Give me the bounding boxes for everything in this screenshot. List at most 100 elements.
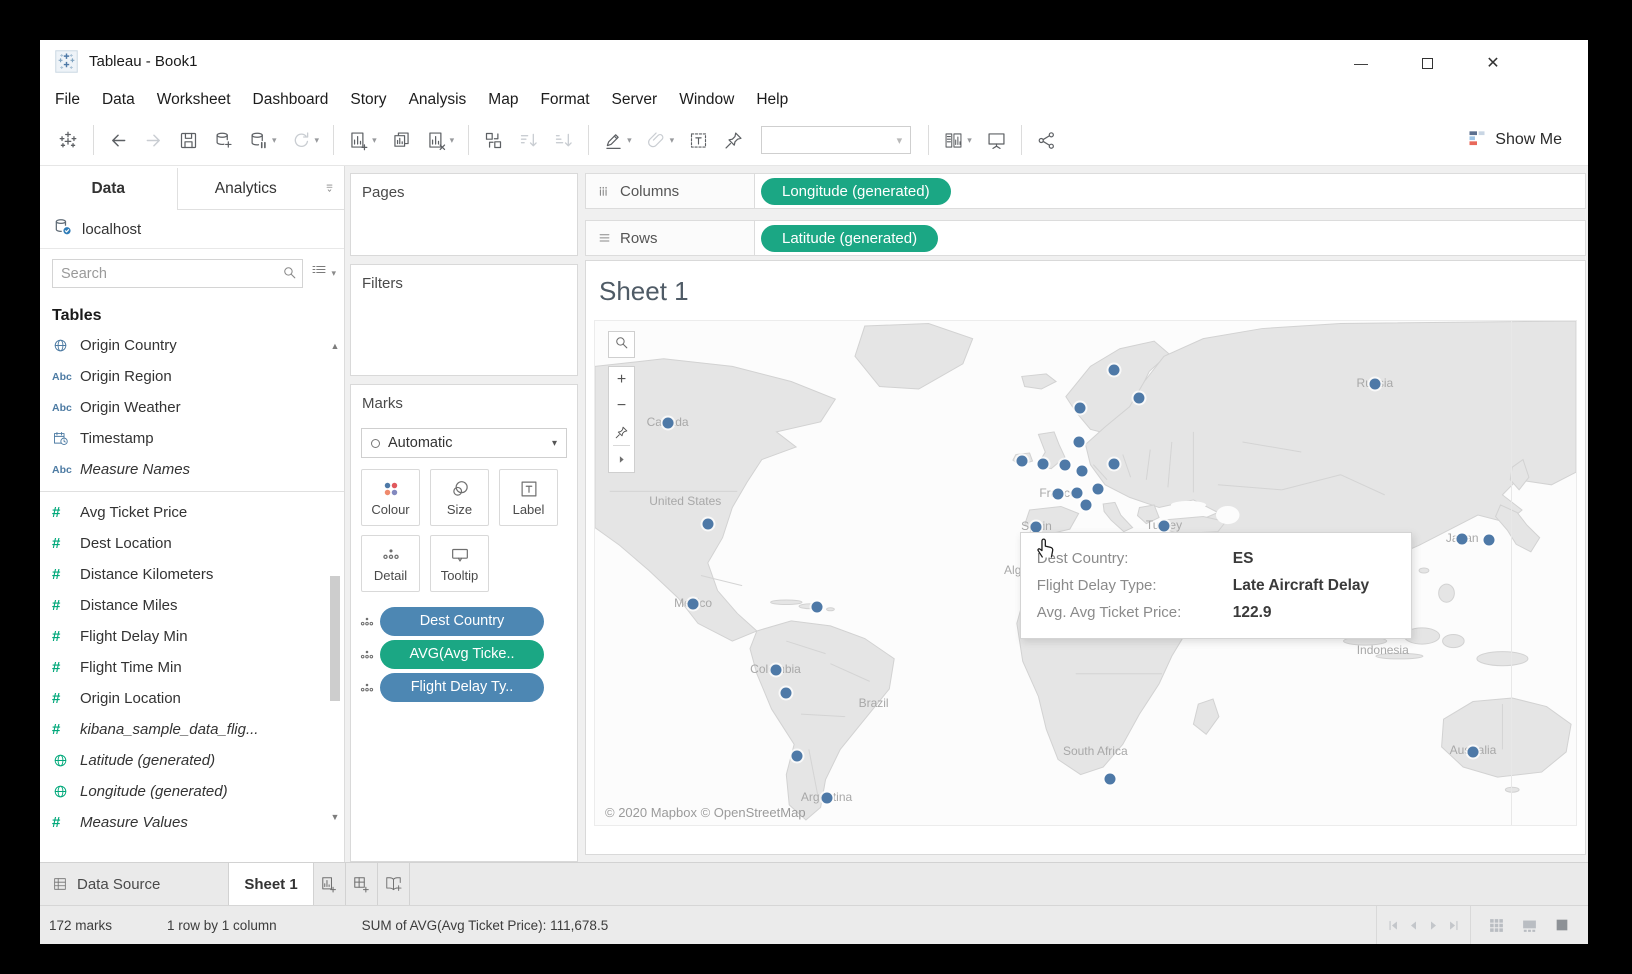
marks-label-button[interactable]: Label	[499, 469, 558, 526]
undo-button[interactable]	[101, 123, 136, 157]
pill-dest-country[interactable]: Dest Country	[380, 607, 544, 636]
field-kibana-sample-data-flig[interactable]: #kibana_sample_data_flig...	[40, 714, 344, 745]
map-point-south-africa[interactable]	[1105, 774, 1116, 785]
map-point-colombia[interactable]	[770, 665, 781, 676]
map-point-japan-west[interactable]	[1457, 533, 1468, 544]
fullscreen-icon[interactable]	[1554, 917, 1570, 933]
menu-dashboard[interactable]: Dashboard	[242, 91, 340, 109]
search-input[interactable]	[52, 259, 303, 288]
new-worksheet-tab-button[interactable]	[314, 863, 346, 905]
map-point-russia[interactable]	[1369, 379, 1380, 390]
tab-analytics[interactable]: Analytics	[177, 168, 315, 209]
field-origin-weather[interactable]: AbcOrigin Weather	[40, 392, 344, 423]
show-mark-labels-button[interactable]	[681, 123, 716, 157]
marks-detail-button[interactable]: Detail	[361, 535, 420, 592]
menu-worksheet[interactable]: Worksheet	[146, 91, 242, 109]
filters-card[interactable]: Filters	[350, 264, 578, 376]
pin-icon[interactable]	[609, 419, 634, 445]
field-measure-values[interactable]: #Measure Values	[40, 807, 344, 838]
scroll-up-icon[interactable]: ▲	[328, 341, 342, 351]
share-workbook-button[interactable]	[1029, 123, 1064, 157]
map-point-mexico[interactable]	[688, 599, 699, 610]
new-story-tab-button[interactable]	[378, 863, 410, 905]
map-point-spain[interactable]	[1031, 521, 1042, 532]
map-point-italy[interactable]	[1080, 500, 1091, 511]
field-origin-location[interactable]: #Origin Location	[40, 683, 344, 714]
tab-sheet-1[interactable]: Sheet 1	[228, 863, 314, 905]
map-point-argentina[interactable]	[821, 793, 832, 804]
map-point-bolivia[interactable]	[792, 750, 803, 761]
pane-collapse-icon[interactable]	[314, 168, 344, 209]
data-source-tab[interactable]: Data Source	[40, 863, 228, 905]
field-latitude-generated[interactable]: Latitude (generated)	[40, 745, 344, 776]
rows-pill[interactable]: Latitude (generated)	[761, 225, 938, 252]
presentation-mode-button[interactable]	[979, 123, 1014, 157]
map-point-puerto-rico[interactable]	[811, 602, 822, 613]
grid-view-icon[interactable]	[1488, 917, 1505, 934]
run-update-button[interactable]: ▾	[284, 123, 327, 157]
new-worksheet-button[interactable]: ▾	[341, 123, 384, 157]
fix-axes-button[interactable]	[716, 123, 751, 157]
show-hide-cards-button[interactable]: ▾	[936, 123, 979, 157]
scroll-down-icon[interactable]: ▼	[328, 812, 342, 822]
zoom-in-button[interactable]: +	[609, 367, 634, 393]
filmstrip-view-icon[interactable]	[1521, 917, 1538, 934]
map-point-germany[interactable]	[1076, 465, 1087, 476]
map-point-france[interactable]	[1053, 488, 1064, 499]
chevron-down-icon[interactable]: ▾	[331, 268, 336, 279]
swap-rows-columns-button[interactable]	[476, 123, 511, 157]
show-me-button[interactable]: Show Me	[1467, 128, 1562, 153]
field-flight-time-min[interactable]: #Flight Time Min	[40, 652, 344, 683]
menu-analysis[interactable]: Analysis	[398, 91, 478, 109]
field-distance-miles[interactable]: #Distance Miles	[40, 590, 344, 621]
map-point-netherlands[interactable]	[1059, 459, 1070, 470]
fields-scrollbar[interactable]: ▲ ▼	[328, 341, 342, 822]
maximize-button[interactable]	[1394, 55, 1460, 71]
menu-server[interactable]: Server	[601, 91, 669, 109]
minimize-button[interactable]: —	[1328, 55, 1394, 71]
map-point-austria[interactable]	[1093, 483, 1104, 494]
map-point-australia[interactable]	[1467, 746, 1478, 757]
pages-card[interactable]: Pages	[350, 173, 578, 256]
map-point-peru[interactable]	[781, 688, 792, 699]
sort-descending-button[interactable]	[546, 123, 581, 157]
columns-shelf[interactable]: Columns	[585, 173, 755, 209]
field-timestamp[interactable]: Timestamp	[40, 423, 344, 454]
map-point-norway[interactable]	[1074, 402, 1085, 413]
menu-story[interactable]: Story	[339, 91, 397, 109]
duplicate-button[interactable]	[384, 123, 419, 157]
map-point-turkey[interactable]	[1158, 520, 1169, 531]
group-members-button[interactable]: ▾	[639, 123, 682, 157]
menu-file[interactable]: File	[44, 91, 91, 109]
field-flight-delay-min[interactable]: #Flight Delay Min	[40, 621, 344, 652]
field-measure-names[interactable]: AbcMeasure Names	[40, 454, 344, 485]
map-point-switzerland[interactable]	[1071, 487, 1082, 498]
first-page-icon[interactable]	[1386, 918, 1401, 933]
pill-avg-avg-ticke[interactable]: AVG(Avg Ticke..	[380, 640, 544, 669]
map-point-canada[interactable]	[662, 417, 673, 428]
highlight-button[interactable]: ▾	[596, 123, 639, 157]
new-dashboard-tab-button[interactable]	[346, 863, 378, 905]
data-source-connection[interactable]: localhost	[40, 210, 344, 249]
map-point-ireland[interactable]	[1016, 455, 1027, 466]
map-point-sweden-north[interactable]	[1108, 364, 1119, 375]
save-button[interactable]	[171, 123, 206, 157]
menu-data[interactable]: Data	[91, 91, 146, 109]
next-page-icon[interactable]	[1426, 918, 1441, 933]
map-point-denmark[interactable]	[1073, 436, 1084, 447]
map-point-poland[interactable]	[1108, 458, 1119, 469]
map-point-japan-east[interactable]	[1483, 534, 1494, 545]
pause-updates-button[interactable]: ▾	[241, 123, 284, 157]
new-data-source-button[interactable]	[206, 123, 241, 157]
field-avg-ticket-price[interactable]: #Avg Ticket Price	[40, 497, 344, 528]
close-button[interactable]: ✕	[1460, 53, 1526, 73]
field-origin-country[interactable]: Origin Country	[40, 330, 344, 361]
map-point-finland[interactable]	[1134, 392, 1145, 403]
sort-ascending-button[interactable]	[511, 123, 546, 157]
redo-button[interactable]	[136, 123, 171, 157]
columns-pill[interactable]: Longitude (generated)	[761, 178, 951, 205]
marks-size-button[interactable]: Size	[430, 469, 489, 526]
map-point-united-kingdom[interactable]	[1038, 458, 1049, 469]
marks-colour-button[interactable]: Colour	[361, 469, 420, 526]
map-search-button[interactable]	[608, 331, 635, 358]
